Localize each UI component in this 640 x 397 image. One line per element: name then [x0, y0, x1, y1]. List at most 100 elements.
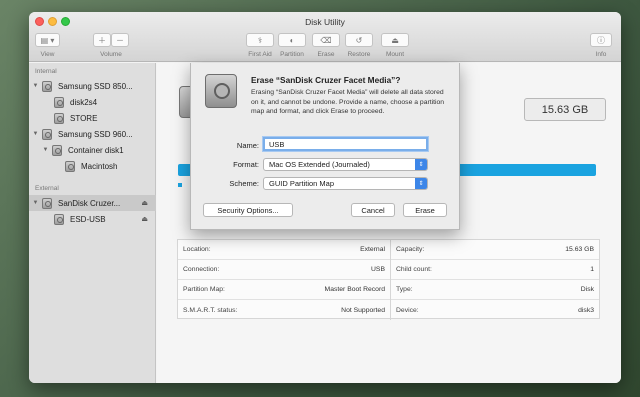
sidebar-item-label: Container disk1 — [68, 145, 124, 155]
scheme-select-value: GUID Partition Map — [269, 179, 335, 188]
info-label: Capacity: — [396, 246, 425, 253]
dialog-title: Erase “SanDisk Cruzer Facet Media”? — [251, 75, 401, 85]
volume-icon — [65, 160, 75, 172]
info-label: Partition Map: — [183, 286, 225, 293]
sidebar-item-store[interactable]: STORE — [29, 110, 156, 126]
volume-icon — [54, 112, 64, 124]
disclosure-down-icon[interactable]: ▼ — [32, 131, 39, 137]
volume-label: Volume — [100, 51, 122, 58]
info-label: Connection: — [183, 266, 220, 273]
sidebar-header-external: External — [35, 185, 59, 192]
minus-icon: － — [116, 35, 124, 45]
info-value: 1 — [590, 266, 594, 273]
hard-disk-icon — [42, 128, 52, 140]
stethoscope-icon: ⚕ — [257, 35, 263, 45]
info-button[interactable]: ⓘ — [590, 33, 612, 47]
first-aid-button[interactable]: ⚕ — [246, 33, 274, 47]
sidebar-item-esd-usb[interactable]: ESD-USB ⏏ — [29, 211, 156, 227]
info-value: Disk — [580, 286, 594, 293]
info-value: disk3 — [578, 306, 594, 314]
sidebar-item-label: SanDisk Cruzer... — [58, 198, 121, 208]
updown-chevron-icon: ⇕ — [415, 178, 427, 189]
disclosure-down-icon[interactable]: ▼ — [32, 200, 39, 206]
format-select-value: Mac OS Extended (Journaled) — [269, 160, 370, 169]
plus-icon: ＋ — [98, 35, 106, 45]
info-row-capacity: Capacity: 15.63 GB — [391, 240, 599, 260]
hard-disk-icon — [42, 80, 52, 92]
partition-label: Partition — [280, 51, 304, 58]
window-title: Disk Utility — [305, 17, 345, 27]
info-value: Not Supported — [341, 306, 385, 314]
remove-volume-button[interactable]: － — [111, 33, 129, 47]
view-button[interactable]: ▤ ▾ — [35, 33, 60, 47]
add-volume-button[interactable]: ＋ — [93, 33, 111, 47]
sidebar-item-label: Macintosh — [81, 161, 118, 171]
info-table: Location: External Connection: USB Parti… — [177, 239, 600, 320]
name-field[interactable]: USB — [263, 137, 428, 151]
security-options-button[interactable]: Security Options... — [203, 203, 293, 217]
sidebar-item-label: STORE — [70, 113, 98, 123]
format-label: Format: — [233, 160, 259, 169]
updown-chevron-icon: ⇕ — [415, 159, 427, 170]
sidebar-item-disk2s4[interactable]: disk2s4 — [29, 94, 156, 110]
info-label: S.M.A.R.T. status: — [183, 306, 238, 314]
cancel-button[interactable]: Cancel — [351, 203, 395, 217]
disk-utility-icon — [205, 74, 237, 108]
partition-icon: ◐ — [289, 35, 295, 45]
info-label: Device: — [396, 306, 419, 314]
eraser-icon: ⌫ — [320, 35, 332, 45]
erase-label: Erase — [317, 51, 335, 58]
scheme-label: Scheme: — [229, 179, 259, 188]
info-row-device: Device: disk3 — [391, 300, 599, 320]
info-row-partition-map: Partition Map: Master Boot Record — [178, 280, 390, 300]
usb-disk-icon — [42, 197, 52, 209]
usage-legend-swatch — [178, 183, 182, 187]
info-row-child-count: Child count: 1 — [391, 260, 599, 280]
toolbar: Disk Utility ▤ ▾ View ＋ － Volume ⚕ First… — [29, 12, 621, 62]
name-label: Name: — [236, 141, 259, 150]
sidebar-item-samsung-960[interactable]: ▼ Samsung SSD 960... — [29, 126, 156, 142]
partition-button[interactable]: ◐ — [278, 33, 306, 47]
erase-button[interactable]: Erase — [403, 203, 447, 217]
restore-label: Restore — [347, 51, 371, 58]
name-field-value: USB — [269, 139, 285, 149]
sidebar-item-label: Samsung SSD 960... — [58, 129, 133, 139]
info-value: External — [360, 246, 385, 253]
info-row-location: Location: External — [178, 240, 390, 260]
volume-icon — [54, 213, 64, 225]
sidebar-item-container-disk1[interactable]: ▼ Container disk1 — [29, 142, 156, 158]
eject-icon[interactable]: ⏏ — [141, 199, 148, 207]
container-icon — [52, 144, 62, 156]
info-label: Location: — [183, 246, 211, 253]
info-row-smart: S.M.A.R.T. status: Not Supported — [178, 300, 390, 320]
format-select[interactable]: Mac OS Extended (Journaled) ⇕ — [263, 158, 428, 171]
sidebar-item-samsung-850[interactable]: ▼ Samsung SSD 850... — [29, 78, 156, 94]
info-label: Info — [595, 51, 607, 58]
restore-button[interactable]: ↺ — [345, 33, 373, 47]
info-row-connection: Connection: USB — [178, 260, 390, 280]
info-icon: ⓘ — [597, 35, 605, 45]
info-value: Master Boot Record — [324, 286, 385, 293]
info-label: Type: — [396, 286, 413, 293]
sidebar-header-internal: Internal — [35, 68, 57, 75]
info-value: 15.63 GB — [565, 246, 594, 253]
sidebar-item-sandisk-cruzer[interactable]: ▼ SanDisk Cruzer... ⏏ — [29, 195, 156, 211]
sidebar-item-macintosh[interactable]: Macintosh — [29, 158, 156, 174]
dialog-message: Erasing “SanDisk Cruzer Facet Media” wil… — [251, 89, 445, 115]
disclosure-down-icon[interactable]: ▼ — [32, 83, 39, 89]
capacity-display: 15.63 GB — [524, 98, 606, 121]
eject-icon[interactable]: ⏏ — [141, 215, 148, 223]
sidebar-item-label: disk2s4 — [70, 97, 98, 107]
erase-toolbar-button[interactable]: ⌫ — [312, 33, 340, 47]
view-label: View — [40, 51, 55, 58]
sidebar-item-label: ESD-USB — [70, 214, 106, 224]
info-value: USB — [371, 266, 385, 273]
mount-label: Mount — [385, 51, 405, 58]
info-label: Child count: — [396, 266, 432, 273]
scheme-select[interactable]: GUID Partition Map ⇕ — [263, 177, 428, 190]
mount-button[interactable]: ⏏ — [381, 33, 409, 47]
disclosure-down-icon[interactable]: ▼ — [42, 147, 49, 153]
restore-icon: ↺ — [355, 35, 363, 45]
erase-dialog: Erase “SanDisk Cruzer Facet Media”? Eras… — [190, 63, 460, 230]
sidebar-view-icon: ▤ ▾ — [40, 35, 55, 45]
